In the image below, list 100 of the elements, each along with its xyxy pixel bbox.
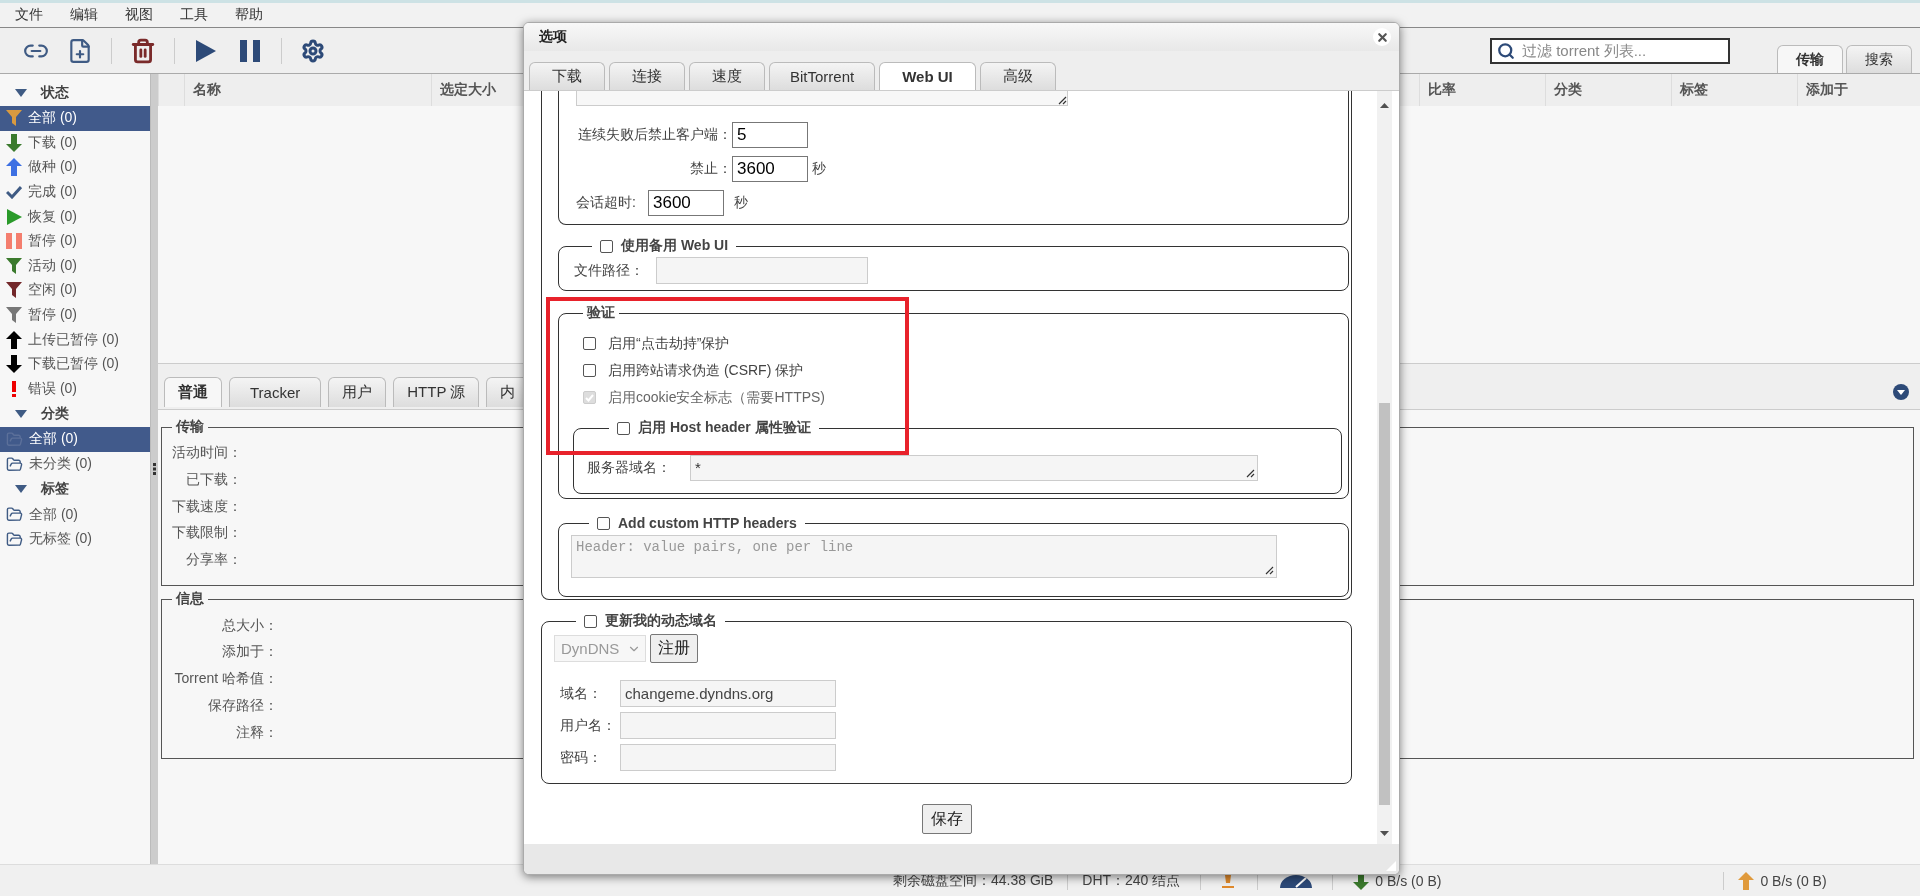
sidebar-item[interactable]: 下载 (0) — [0, 130, 150, 156]
file-plus-icon — [67, 37, 93, 64]
scroll-down-icon[interactable] — [1380, 831, 1389, 836]
tab[interactable]: Tracker — [229, 377, 322, 407]
filter-icon — [6, 256, 22, 275]
resize-grip-icon[interactable] — [1265, 566, 1274, 575]
filter-icon — [6, 306, 22, 325]
checkbox[interactable] — [600, 239, 613, 253]
trash-icon — [130, 37, 156, 64]
sidebar-item[interactable]: 完成 (0) — [0, 179, 150, 205]
group-title: 更新我的动态域名 — [605, 612, 717, 630]
text-field[interactable]: changeme.dyndns.org — [620, 680, 836, 707]
resize-grip-icon[interactable] — [1058, 96, 1067, 105]
sidebar-item[interactable]: 下载已暂停 (0) — [0, 351, 150, 377]
tab[interactable]: HTTP 源 — [393, 377, 480, 407]
column-header[interactable]: 标签 — [1671, 74, 1797, 106]
column-header[interactable]: 比率 — [1419, 74, 1545, 106]
pause-icon — [6, 233, 22, 250]
number-field[interactable]: 3600 — [648, 190, 724, 216]
text-field[interactable] — [620, 744, 836, 771]
field-label: 下载限制： — [171, 524, 242, 543]
tab[interactable]: 普通 — [164, 377, 222, 407]
tab[interactable]: 传输 — [1777, 45, 1843, 73]
menu-item[interactable]: 视图 — [118, 6, 173, 24]
sidebar-item[interactable]: 做种 (0) — [0, 155, 150, 180]
status-text: 0 B/s (0 B) — [1375, 872, 1443, 889]
play-icon — [6, 208, 22, 225]
group-title: 信息 — [175, 590, 205, 609]
play-icon — [196, 39, 216, 62]
field-label: 服务器域名： — [587, 459, 672, 477]
checkbox[interactable] — [584, 614, 597, 628]
sidebar-item[interactable]: 暂停 (0) — [0, 228, 150, 254]
scroll-up-icon[interactable] — [1380, 103, 1389, 108]
menu-item[interactable]: 帮助 — [228, 6, 283, 24]
folder-icon — [6, 530, 23, 548]
group-title: 启用 Host header 属性验证 — [638, 419, 811, 437]
arrow-down-icon — [6, 133, 22, 152]
sidebar-item[interactable]: 恢复 (0) — [0, 204, 150, 229]
menu-item[interactable]: 编辑 — [63, 6, 118, 24]
sidebar-item[interactable]: 全部 (0) — [0, 502, 150, 527]
arrow-down-icon — [6, 355, 22, 374]
tab[interactable]: Web UI — [879, 62, 976, 90]
speedometer-icon[interactable] — [1280, 873, 1313, 888]
tab[interactable]: 高级 — [979, 62, 1056, 90]
sidebar-item[interactable]: 暂停 (0) — [0, 302, 150, 328]
resize-grip[interactable] — [1386, 861, 1396, 871]
field-label: 下载速度： — [171, 497, 242, 516]
scrollbar[interactable] — [1377, 91, 1392, 844]
path-field[interactable] — [656, 257, 868, 284]
tab[interactable]: 搜索 — [1846, 45, 1912, 73]
checkbox[interactable] — [583, 364, 596, 377]
column-header[interactable]: 分类 — [1545, 74, 1671, 106]
sidebar-item[interactable]: 空闲 (0) — [0, 278, 150, 303]
section-title: 分类 — [41, 405, 69, 424]
sidebar-item[interactable]: 全部 (0) — [0, 106, 150, 131]
field-label: 活动时间： — [171, 444, 242, 463]
group-title: 传输 — [175, 418, 205, 436]
gear-icon — [301, 38, 325, 63]
resize-grip-icon[interactable] — [1246, 469, 1255, 478]
checkbox[interactable] — [617, 421, 630, 435]
field-label: 文件路径： — [574, 261, 645, 280]
register-button[interactable]: 注册 — [650, 634, 698, 663]
save-button[interactable]: 保存 — [921, 804, 972, 834]
field-label: 禁止： — [689, 160, 732, 178]
domain-text-area[interactable]: * — [690, 455, 1258, 481]
caret-icon[interactable] — [15, 485, 27, 494]
sidebar-item[interactable]: 上传已暂停 (0) — [0, 327, 150, 352]
sidebar-item[interactable]: 无标签 (0) — [0, 526, 150, 552]
close-button[interactable] — [1373, 28, 1391, 46]
tab[interactable]: 连接 — [609, 62, 685, 90]
checkbox[interactable] — [597, 516, 610, 530]
sidebar-item[interactable]: 活动 (0) — [0, 253, 150, 279]
caret-icon[interactable] — [15, 89, 27, 97]
pause-icon — [240, 39, 260, 62]
tab[interactable]: BitTorrent — [769, 62, 876, 90]
sidebar-item[interactable]: 错误 (0) — [0, 376, 150, 402]
search-field[interactable]: 过滤 torrent 列表... — [1490, 37, 1730, 64]
checkbox[interactable] — [583, 337, 596, 350]
caret-icon[interactable] — [15, 410, 27, 419]
field-label: Torrent 哈希值： — [173, 670, 278, 689]
field-label: 已下载： — [185, 471, 242, 490]
splitter-handle[interactable] — [153, 463, 156, 475]
menu-item[interactable]: 文件 — [8, 6, 63, 24]
folder-icon — [6, 506, 23, 524]
number-field[interactable]: 3600 — [732, 156, 808, 182]
sidebar-item[interactable]: 全部 (0) — [0, 427, 150, 452]
column-header[interactable]: 添加于 — [1797, 74, 1920, 106]
number-field[interactable]: 5 — [732, 122, 808, 148]
close-icon — [1375, 30, 1389, 44]
tab[interactable]: 速度 — [689, 62, 765, 90]
field-label: 保存路径： — [207, 696, 278, 715]
tab[interactable]: 下载 — [529, 62, 605, 90]
column-header[interactable]: 名称 — [184, 74, 431, 106]
folder-icon — [6, 455, 23, 473]
unit-label: 秒 — [734, 194, 748, 212]
tab[interactable]: 用户 — [328, 377, 387, 407]
menu-item[interactable]: 工具 — [173, 6, 228, 24]
sidebar-item[interactable]: 未分类 (0) — [0, 451, 150, 477]
collapse-icon[interactable] — [1893, 384, 1909, 400]
text-field[interactable] — [620, 712, 836, 739]
